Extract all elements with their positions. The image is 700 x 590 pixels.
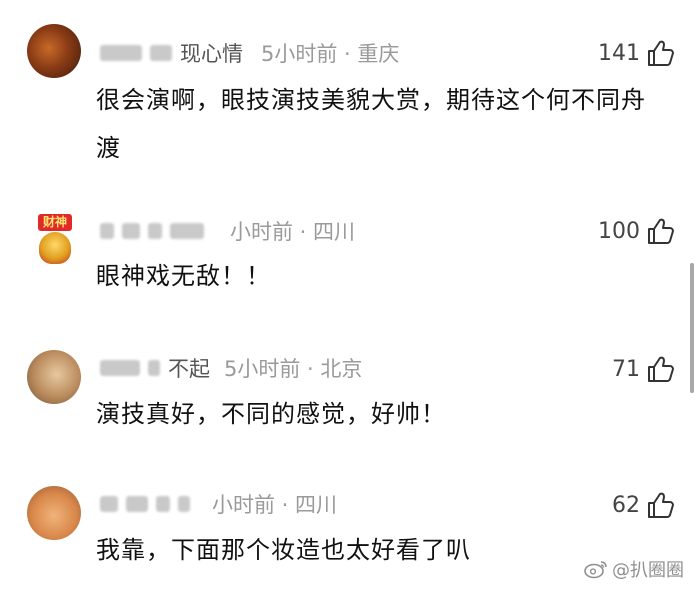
- username[interactable]: 不起: [168, 353, 210, 383]
- blurred-username: [100, 223, 114, 239]
- thumbs-up-icon: [648, 40, 674, 66]
- blurred-username: [122, 223, 140, 239]
- weibo-icon: [584, 561, 607, 579]
- blurred-username: [156, 496, 170, 512]
- comment-text: 我靠，下面那个妆造也太好看了叭: [96, 536, 471, 564]
- blurred-username: [100, 45, 142, 61]
- comment-header: 不起 5小时前 · 北京: [100, 353, 362, 383]
- like-count: 141: [598, 40, 640, 66]
- avatar[interactable]: [27, 24, 81, 78]
- blurred-username: [150, 45, 172, 61]
- comment-meta: 5小时前 · 重庆: [261, 42, 400, 66]
- like-button[interactable]: 62: [612, 488, 676, 522]
- comment-text: 眼神戏无敌！！: [96, 262, 271, 290]
- blurred-username: [170, 223, 204, 239]
- comment-header: 现心情 5小时前 · 重庆: [100, 38, 399, 68]
- blurred-username: [178, 496, 190, 512]
- like-button[interactable]: 100: [598, 214, 676, 248]
- blurred-username: [148, 360, 160, 376]
- thumbs-up-icon: [648, 218, 674, 244]
- thumbs-up-icon: [648, 356, 674, 382]
- avatar[interactable]: 财神: [30, 214, 80, 266]
- username[interactable]: 现心情: [180, 38, 243, 68]
- thumbs-up-icon: [648, 492, 674, 518]
- comment-text: 很会演啊，眼技演技美貌大赏，期待这个何不同舟渡: [96, 86, 646, 162]
- blurred-username: [126, 496, 148, 512]
- comment-header: 小时前 · 四川: [100, 489, 337, 519]
- comment-text: 演技真好，不同的感觉，好帅！: [96, 400, 446, 428]
- like-count: 62: [612, 492, 640, 518]
- comment-meta: 5小时前 · 北京: [224, 357, 363, 381]
- like-count: 100: [598, 218, 640, 244]
- blurred-username: [100, 360, 140, 376]
- blurred-username: [148, 223, 162, 239]
- comment-meta: 小时前 · 四川: [212, 493, 338, 517]
- comment-header: 小时前 · 四川: [100, 216, 355, 246]
- avatar[interactable]: [27, 350, 81, 404]
- like-count: 71: [612, 356, 640, 382]
- like-button[interactable]: 141: [598, 36, 676, 70]
- comment-list: 现心情 5小时前 · 重庆 141 很会演啊，眼技演技美貌大赏，期待这个何不同舟…: [0, 0, 700, 590]
- avatar-badge: 财神: [38, 214, 72, 231]
- scrollbar[interactable]: [690, 263, 694, 393]
- caishen-figure-icon: [39, 232, 71, 264]
- blurred-username: [100, 496, 118, 512]
- comment-meta: 小时前 · 四川: [230, 220, 356, 244]
- like-button[interactable]: 71: [612, 352, 676, 386]
- watermark-text: @扒圈圈: [612, 560, 684, 581]
- watermark: @扒圈圈: [584, 556, 684, 582]
- avatar[interactable]: [27, 486, 81, 540]
